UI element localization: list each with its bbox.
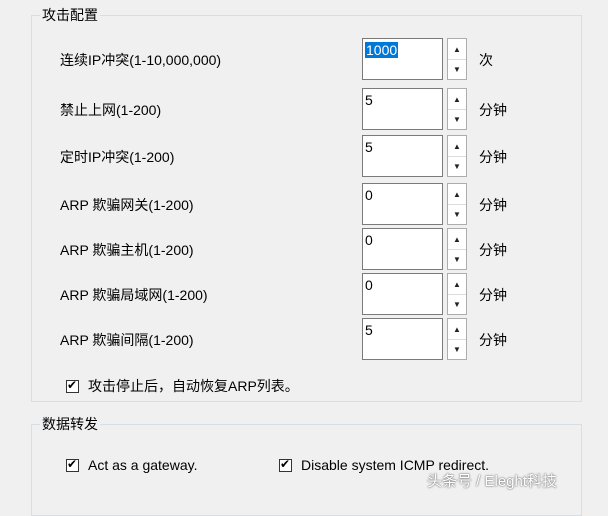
arp-host-label: ARP 欺骗主机(1-200)	[60, 242, 194, 258]
spin-down-icon[interactable]: ▼	[448, 59, 466, 79]
timed-ip-conflict-input[interactable]: 5	[362, 135, 443, 177]
attack-config-group: 攻击配置 连续IP冲突(1-10,000,000) 1000 ▲ ▼ 次 禁止上…	[31, 6, 582, 402]
arp-lan-unit: 分钟	[479, 287, 507, 303]
timed-ip-conflict-label: 定时IP冲突(1-200)	[60, 149, 175, 165]
spin-down-icon[interactable]: ▼	[448, 204, 466, 224]
restore-arp-checkbox[interactable]: ✔	[66, 377, 79, 393]
row-arp-lan: ARP 欺骗局域网(1-200) 0 ▲ ▼ 分钟	[32, 273, 581, 317]
block-internet-label: 禁止上网(1-200)	[60, 102, 162, 118]
spin-up-icon[interactable]: ▲	[448, 319, 466, 340]
row-block-internet: 禁止上网(1-200) 5 ▲ ▼ 分钟	[32, 88, 581, 132]
restore-arp-label: 攻击停止后，自动恢复ARP列表。	[88, 378, 299, 394]
arp-interval-input[interactable]: 5	[362, 318, 443, 360]
spin-down-icon[interactable]: ▼	[448, 294, 466, 314]
spin-down-icon[interactable]: ▼	[448, 339, 466, 359]
gateway-option[interactable]: ✔ Act as a gateway.	[66, 457, 197, 473]
row-timed-ip-conflict: 定时IP冲突(1-200) 5 ▲ ▼ 分钟	[32, 135, 581, 179]
check-icon: ✔	[67, 456, 78, 471]
spin-up-icon[interactable]: ▲	[448, 184, 466, 205]
row-arp-host: ARP 欺骗主机(1-200) 0 ▲ ▼ 分钟	[32, 228, 581, 272]
ip-conflict-value: 1000	[365, 42, 399, 58]
timed-ip-conflict-spinner[interactable]: ▲ ▼	[447, 135, 467, 177]
ip-conflict-spinner[interactable]: ▲ ▼	[447, 38, 467, 80]
timed-ip-conflict-unit: 分钟	[479, 149, 507, 165]
spin-down-icon[interactable]: ▼	[448, 249, 466, 269]
arp-gateway-spinner[interactable]: ▲ ▼	[447, 183, 467, 225]
spin-up-icon[interactable]: ▲	[448, 229, 466, 250]
arp-interval-spinner[interactable]: ▲ ▼	[447, 318, 467, 360]
check-icon: ✔	[280, 456, 291, 471]
ip-conflict-unit: 次	[479, 52, 493, 68]
ip-conflict-label: 连续IP冲突(1-10,000,000)	[60, 52, 222, 68]
ip-conflict-input[interactable]: 1000	[362, 38, 443, 80]
icmp-checkbox[interactable]: ✔	[279, 456, 292, 472]
arp-interval-label: ARP 欺骗间隔(1-200)	[60, 332, 194, 348]
arp-lan-input[interactable]: 0	[362, 273, 443, 315]
spin-up-icon[interactable]: ▲	[448, 39, 466, 60]
row-arp-gateway: ARP 欺骗网关(1-200) 0 ▲ ▼ 分钟	[32, 183, 581, 227]
spin-down-icon[interactable]: ▼	[448, 156, 466, 176]
arp-host-unit: 分钟	[479, 242, 507, 258]
check-icon: ✔	[67, 377, 78, 392]
row-arp-interval: ARP 欺骗间隔(1-200) 5 ▲ ▼ 分钟	[32, 318, 581, 362]
arp-gateway-unit: 分钟	[479, 197, 507, 213]
restore-arp-option[interactable]: ✔ 攻击停止后，自动恢复ARP列表。	[66, 376, 299, 396]
block-internet-unit: 分钟	[479, 102, 507, 118]
block-internet-spinner[interactable]: ▲ ▼	[447, 88, 467, 130]
spin-up-icon[interactable]: ▲	[448, 89, 466, 110]
data-forward-title: 数据转发	[40, 415, 100, 433]
spin-up-icon[interactable]: ▲	[448, 136, 466, 157]
arp-lan-spinner[interactable]: ▲ ▼	[447, 273, 467, 315]
row-ip-conflict: 连续IP冲突(1-10,000,000) 1000 ▲ ▼ 次	[32, 38, 581, 82]
arp-gateway-label: ARP 欺骗网关(1-200)	[60, 197, 194, 213]
arp-lan-label: ARP 欺骗局域网(1-200)	[60, 287, 208, 303]
spin-down-icon[interactable]: ▼	[448, 109, 466, 129]
arp-host-spinner[interactable]: ▲ ▼	[447, 228, 467, 270]
block-internet-input[interactable]: 5	[362, 88, 443, 130]
attack-config-title: 攻击配置	[40, 6, 100, 24]
gateway-checkbox[interactable]: ✔	[66, 456, 79, 472]
gateway-label: Act as a gateway.	[88, 457, 198, 473]
arp-host-input[interactable]: 0	[362, 228, 443, 270]
arp-interval-unit: 分钟	[479, 332, 507, 348]
spin-up-icon[interactable]: ▲	[448, 274, 466, 295]
arp-gateway-input[interactable]: 0	[362, 183, 443, 225]
watermark-text: 头条号 / Eleght科技	[427, 473, 558, 490]
